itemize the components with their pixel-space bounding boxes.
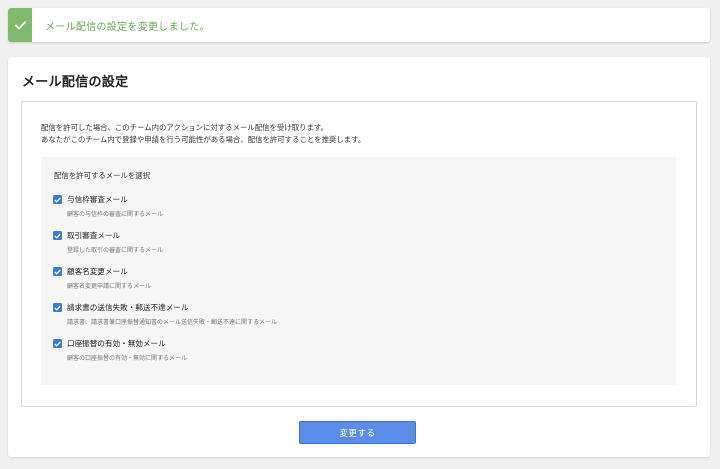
option-description: 顧客の口座振替の有効・無効に関するメール — [67, 355, 188, 362]
option-invoice-failure: 請求書の送信失敗・郵送不達メール 請求書、請求書兼口座振替通知書のメール送信失敗… — [53, 302, 277, 326]
checkbox-transaction-review[interactable] — [53, 231, 62, 240]
option-description: 請求書、請求書兼口座振替通知書のメール送信失敗・郵送不達に関するメール — [67, 319, 278, 326]
option-label[interactable]: 口座振替の有効・無効メール — [67, 338, 166, 349]
mail-selection-box: 配信を許可するメールを選択 与信枠審査メール 顧客の与信枠の審査に関するメール … — [41, 157, 676, 385]
page-title: メール配信の設定 — [22, 75, 129, 90]
option-direct-debit-status: 口座振替の有効・無効メール 顧客の口座振替の有効・無効に関するメール — [53, 338, 187, 362]
checkbox-direct-debit-status[interactable] — [53, 339, 62, 348]
check-icon — [54, 269, 61, 275]
settings-panel: 配信を許可した場合、このチーム内のアクションに対するメール配信を受け取ります。 … — [21, 101, 697, 407]
option-customer-name-change: 顧客名変更メール 顧客名変更申請に関するメール — [53, 266, 151, 290]
check-icon — [54, 197, 61, 203]
check-icon — [54, 233, 61, 239]
option-description: 顧客の与信枠の審査に関するメール — [67, 211, 164, 218]
option-description: 登録した取引の審査に関するメール — [67, 247, 164, 254]
submit-button[interactable]: 変更する — [299, 421, 416, 444]
success-alert: メール配信の設定を変更しました。 — [8, 8, 710, 42]
description-line: あなたがこのチーム内で登録や申請を行う可能性がある場合、配信を許可することを推奨… — [41, 134, 366, 144]
selection-heading: 配信を許可するメールを選択 — [54, 171, 151, 180]
description-line: 配信を許可した場合、このチーム内のアクションに対するメール配信を受け取ります。 — [41, 123, 328, 132]
checkbox-credit-review[interactable] — [53, 195, 62, 204]
checkbox-invoice-failure[interactable] — [53, 303, 62, 312]
check-icon — [54, 305, 61, 311]
option-description: 顧客名変更申請に関するメール — [67, 283, 152, 290]
option-label[interactable]: 顧客名変更メール — [67, 266, 128, 277]
option-label[interactable]: 請求書の送信失敗・郵送不達メール — [67, 302, 189, 313]
option-transaction-review: 取引審査メール 登録した取引の審査に関するメール — [53, 230, 163, 254]
description: 配信を許可した場合、このチーム内のアクションに対するメール配信を受け取ります。 … — [41, 122, 365, 145]
option-label[interactable]: 与信枠審査メール — [67, 194, 128, 205]
option-credit-review: 与信枠審査メール 顧客の与信枠の審査に関するメール — [53, 194, 163, 218]
option-label[interactable]: 取引審査メール — [67, 230, 120, 241]
check-icon — [8, 8, 32, 42]
alert-message: メール配信の設定を変更しました。 — [45, 21, 210, 33]
checkbox-customer-name-change[interactable] — [53, 267, 62, 276]
settings-card: メール配信の設定 配信を許可した場合、このチーム内のアクションに対するメール配信… — [8, 57, 710, 457]
check-icon — [54, 341, 61, 347]
